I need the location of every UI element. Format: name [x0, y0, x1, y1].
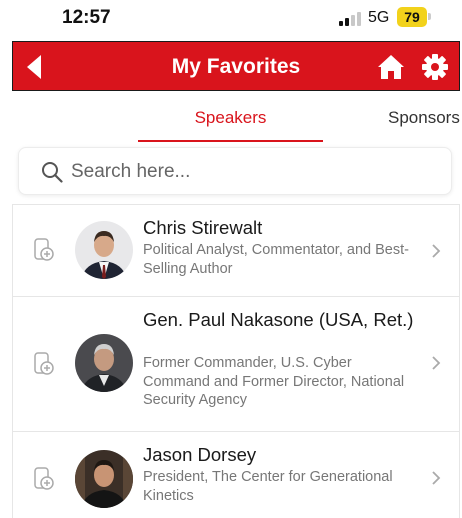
add-calendar-icon[interactable]: [33, 352, 55, 376]
speaker-name: Gen. Paul Nakasone (USA, Ret.): [143, 309, 414, 330]
search-input[interactable]: [71, 156, 431, 188]
network-label: 5G: [368, 9, 390, 26]
avatar: [75, 221, 133, 279]
avatar: [75, 334, 133, 392]
list-item[interactable]: Jason Dorsey President, The Center for G…: [12, 431, 460, 518]
search-box: [18, 147, 452, 195]
tab-sponsors[interactable]: Sponsors: [388, 108, 460, 128]
battery-indicator: 79: [397, 7, 427, 27]
app-header: My Favorites: [12, 41, 460, 91]
gear-icon[interactable]: [421, 53, 449, 81]
add-calendar-icon[interactable]: [33, 238, 55, 262]
signal-icon: [339, 12, 361, 26]
add-calendar-icon[interactable]: [33, 467, 55, 491]
speaker-list: Chris Stirewalt Political Analyst, Comme…: [12, 204, 460, 518]
speaker-name: Chris Stirewalt: [143, 217, 263, 238]
battery-nub: [428, 13, 431, 20]
chevron-right-icon: [432, 471, 441, 485]
list-item[interactable]: Chris Stirewalt Political Analyst, Comme…: [12, 204, 460, 296]
chevron-right-icon: [432, 244, 441, 258]
tab-speakers[interactable]: Speakers: [138, 108, 323, 128]
speaker-title: Former Commander, U.S. Cyber Command and…: [143, 355, 405, 408]
home-icon[interactable]: [377, 54, 405, 80]
status-bar: 12:57 5G 79: [0, 0, 462, 36]
avatar: [75, 450, 133, 508]
active-tab-indicator: [138, 140, 323, 142]
list-item[interactable]: Gen. Paul Nakasone (USA, Ret.) Former Co…: [12, 296, 460, 431]
speaker-name: Jason Dorsey: [143, 444, 257, 465]
tab-bar: Speakers Sponsors: [0, 96, 462, 144]
speaker-title: Political Analyst, Commentator, and Best…: [143, 242, 409, 277]
status-time: 12:57: [62, 7, 111, 28]
chevron-right-icon: [432, 356, 441, 370]
speaker-title: President, The Center for Generational K…: [143, 469, 393, 504]
search-icon: [42, 162, 63, 183]
